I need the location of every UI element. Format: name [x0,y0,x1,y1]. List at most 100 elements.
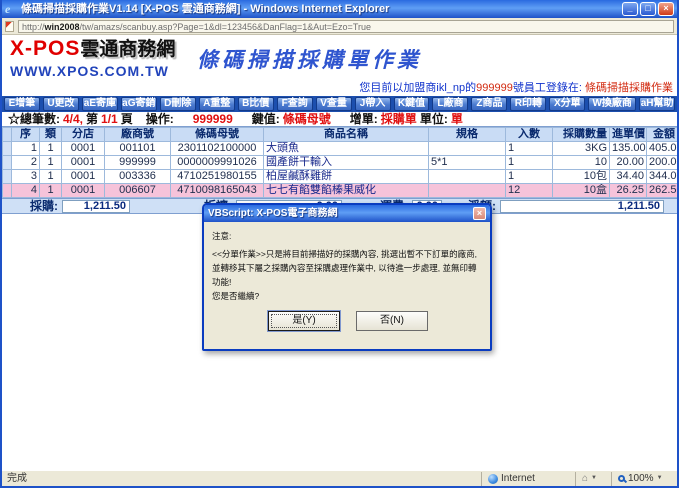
cell-barcode: 2301102100000 [171,142,264,156]
login-employee: 999999 [476,82,513,94]
login-status: 您目前以加盟商ikl_np的999999號員工登錄在: 條碼掃描採購作業 [359,82,673,95]
table-header-row: 序 類 分店 廠商號 條碼母號 商品名稱 規格 入數 採購數量 進單價 金額 [3,128,678,142]
close-button[interactable]: × [658,2,674,16]
cell-spec [429,170,506,184]
cell-amount: 344.00 [647,170,678,184]
toolbar-button-query[interactable]: F查詢 [277,97,313,111]
cell-product-name: 國產餅干輸入 [264,156,429,170]
row-gutter [3,184,12,198]
ie-icon: e [5,3,18,16]
table-row[interactable]: 2 1 0001 999999 0000009991026 國產餅干輸入 5*1… [3,156,678,170]
dialog-close-icon[interactable]: × [473,207,486,220]
header-gutter [3,128,12,142]
phishing-pane[interactable]: ⌂ ▼ [575,472,611,486]
cell-unit-price: 34.40 [610,170,647,184]
maximize-button[interactable]: □ [640,2,656,16]
toolbar-button-product[interactable]: Z商品 [471,97,507,111]
toolbar-button-compare[interactable]: B比價 [238,97,274,111]
url-rest: /tw/amazs/scanbuy.asp?Page=1&dl=123456&D… [80,22,371,32]
toolbar: E增筆 U更改 aE寄庫 aG寄銷 D刪除 A重整 B比價 F查詢 V查量 J帶… [2,96,677,112]
header-amount: 金額 [647,128,678,142]
titlebar: e 條碼掃描採購作業V1.14 [X-POS 雲通商務網] - Windows … [2,0,677,18]
cell-pack-qty: 12 [506,184,553,198]
cell-amount: 200.00 [647,156,678,170]
dialog-titlebar: VBScript: X-POS電子商務網 × [204,205,490,222]
toolbar-button-change-vendor[interactable]: W換廠商 [588,97,636,111]
zone-label: Internet [501,471,535,486]
toolbar-button-keyvalue[interactable]: K鍵值 [394,97,430,111]
header-barcode: 條碼母號 [171,128,264,142]
status-done-text: 完成 [7,471,481,486]
toolbar-button-import[interactable]: J帶入 [355,97,391,111]
cell-purchase-qty: 3KG [553,142,610,156]
cell-vendor-no: 001101 [105,142,171,156]
login-user: ikl_np [436,82,465,94]
cell-type: 1 [40,142,62,156]
cell-product-name: 大頭魚 [264,142,429,156]
minimize-button[interactable]: _ [622,2,638,16]
dropdown-arrow-icon: ▼ [657,471,663,486]
cell-vendor-no: 999999 [105,156,171,170]
summary-key-value: 條碼母號 [283,112,331,126]
cell-type: 1 [40,184,62,198]
cell-pack-qty: 1 [506,170,553,184]
yes-button[interactable]: 是(Y) [268,311,340,331]
cell-pack-qty: 1 [506,156,553,170]
url-prefix: http:// [22,22,45,32]
header-seq: 序 [12,128,40,142]
dialog-message-line2: 並轉移其下屬之採購內容至採購處理作業中, 以待進一步處理, 並無印轉功能! [212,261,484,289]
table-row[interactable]: 1 1 0001 001101 2301102100000 大頭魚 1 3KG … [3,142,678,156]
cell-amount: 262.50 [647,184,678,198]
zoom-control[interactable]: 100% ▼ [611,472,677,486]
summary-total-label: ☆總筆數: [8,112,60,126]
table-row[interactable]: 3 1 0001 003336 4710251980155 柏屋鹹酥雞餅 1 1… [3,170,678,184]
header-unit-price: 進單價 [610,128,647,142]
internet-zone-icon [488,474,498,484]
header-spec: 規格 [429,128,506,142]
summary-total-value: 4/4, [63,112,83,126]
cell-spec: 5*1 [429,156,506,170]
magnifier-icon [618,475,625,482]
cell-purchase-qty: 10包 [553,170,610,184]
cell-unit-price: 135.00 [610,142,647,156]
login-mid: 的 [465,82,476,94]
toolbar-button-add[interactable]: E增筆 [4,97,40,111]
zone-pane: Internet [481,472,575,486]
cell-branch: 0001 [62,156,105,170]
header-product-name: 商品名稱 [264,128,429,142]
cell-branch: 0001 [62,184,105,198]
table-row-selected[interactable]: 4 1 0001 006607 4710098165043 七七有餡雙餡榛果威化… [3,184,678,198]
header-branch: 分店 [62,128,105,142]
toolbar-button-edit[interactable]: U更改 [43,97,79,111]
toolbar-button-help[interactable]: aH幫助 [639,97,675,111]
toolbar-button-print[interactable]: R印轉 [510,97,546,111]
cell-amount: 405.00 [647,142,678,156]
header-pack-qty: 入數 [506,128,553,142]
toolbar-button-vendor[interactable]: L廠商 [432,97,468,111]
cell-product-name: 柏屋鹹酥雞餅 [264,170,429,184]
net-total-value: 1,211.50 [500,200,664,213]
toolbar-button-refresh[interactable]: A重整 [199,97,235,111]
summary-page-post: 頁 [121,112,133,126]
summary-page-value: 1/1 [101,112,118,126]
cell-purchase-qty: 10 [553,156,610,170]
toolbar-button-consign[interactable]: aG寄銷 [121,97,157,111]
toolbar-button-delete[interactable]: D刪除 [160,97,196,111]
summary-line: ☆總筆數:4/4,第1/1頁操作:999999鍵值:條碼母號增單:採購單單位:單 [2,112,677,127]
login-prefix: 您目前以加盟商 [359,82,436,94]
vbscript-dialog: VBScript: X-POS電子商務網 × 注意: <<分單作業>>只是將目前… [202,203,492,351]
toolbar-button-quantity[interactable]: V查量 [316,97,352,111]
cell-seq: 2 [12,156,40,170]
cell-type: 1 [40,156,62,170]
cell-seq: 1 [12,142,40,156]
url-field[interactable]: http://win2008/tw/amazs/scanbuy.asp?Page… [18,20,674,33]
dropdown-arrow-icon: ▼ [591,471,597,486]
no-button[interactable]: 否(N) [356,311,428,331]
dialog-message-line1: <<分單作業>>只是將目前掃描好的採購內容, 挑選出暫不下訂單的廠商, [212,247,484,261]
window-title: 條碼掃描採購作業V1.14 [X-POS 雲通商務網] - Windows In… [21,0,622,18]
cell-barcode: 0000009991026 [171,156,264,170]
toolbar-button-split-order[interactable]: X分單 [549,97,585,111]
toolbar-button-store[interactable]: aE寄庫 [82,97,118,111]
cell-unit-price: 20.00 [610,156,647,170]
address-page-icon [5,21,14,32]
